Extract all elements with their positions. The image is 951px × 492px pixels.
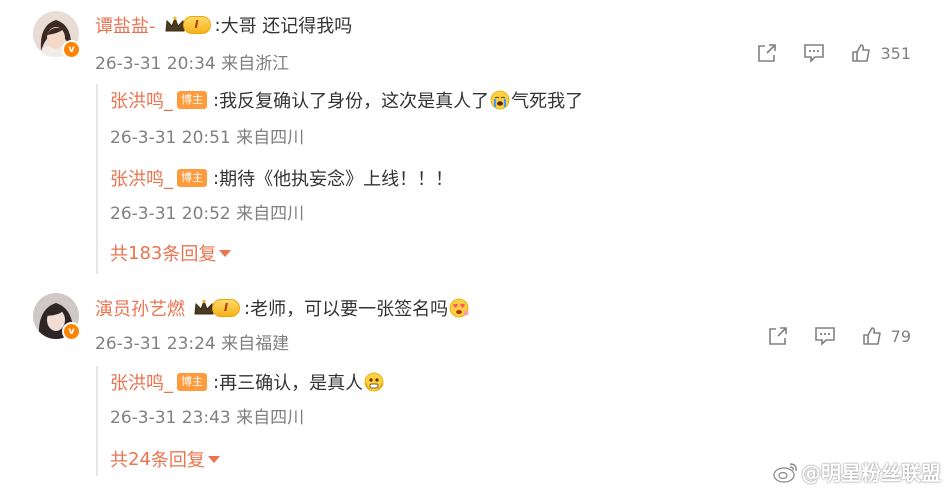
reply-meta: 26-3-31 20:52 来自四川 bbox=[110, 204, 305, 224]
reply-list: 张洪鸣_ 博主 : 我反复确认了身份，这次是真人了 气死我了 26-3-31 2… bbox=[96, 84, 583, 274]
share-button[interactable] bbox=[756, 42, 778, 64]
more-replies-link[interactable]: 共 24 条回复 bbox=[110, 446, 220, 472]
like-count: 351 bbox=[880, 43, 911, 63]
level-badge: I bbox=[164, 15, 211, 35]
reply-body: 张洪鸣_ 博主 : 再三确认，是真人 bbox=[110, 369, 385, 395]
comment-button[interactable] bbox=[802, 42, 826, 64]
share-icon bbox=[758, 44, 777, 62]
share-icon bbox=[768, 327, 787, 345]
reply-body: 张洪鸣_ 博主 : 期待《他执妄念》上线！！！ bbox=[110, 165, 453, 191]
weibo-logo-icon bbox=[773, 462, 797, 483]
reply-body: 张洪鸣_ 博主 : 我反复确认了身份，这次是真人了 气死我了 bbox=[110, 87, 583, 113]
watermark: @明星粉丝联盟 bbox=[773, 457, 941, 486]
like-count: 79 bbox=[890, 326, 911, 346]
chevron-down-icon bbox=[207, 455, 220, 463]
like-button[interactable]: 79 bbox=[861, 325, 911, 347]
author-badge: 博主 bbox=[177, 169, 207, 187]
reply-text: 再三确认，是真人 bbox=[219, 373, 364, 394]
avatar[interactable]: v bbox=[33, 11, 81, 59]
watermark-handle: @明星粉丝联盟 bbox=[801, 461, 941, 485]
author-badge: 博主 bbox=[177, 91, 207, 109]
more-replies-count: 24 bbox=[128, 448, 151, 470]
more-replies-suffix: 条回复 bbox=[162, 244, 217, 265]
comment-text: 大哥 还记得我吗 bbox=[220, 16, 353, 37]
reply-text-after: 气死我了 bbox=[511, 91, 584, 112]
comment-icon bbox=[804, 44, 825, 63]
reply-meta: 26-3-31 20:51 来自四川 bbox=[110, 128, 305, 148]
comment-body: 谭盐盐- I : 大哥 还记得我吗 bbox=[95, 12, 352, 38]
crying-emoji-icon bbox=[490, 90, 510, 110]
comment-actions: 79 bbox=[743, 325, 911, 347]
author-badge: 博主 bbox=[177, 373, 207, 391]
more-replies-prefix: 共 bbox=[110, 450, 128, 471]
thumbs-up-icon bbox=[852, 44, 871, 62]
comment-body: 演员孙艺燃 I : 老师，可以要一张签名吗 bbox=[95, 295, 470, 321]
comment-username[interactable]: 演员孙艺燃 bbox=[95, 295, 185, 321]
reply-list: 张洪鸣_ 博主 : 再三确认，是真人 26-3-31 23:43 来自四川 共 … bbox=[96, 366, 384, 476]
reply-meta: 26-3-31 23:43 来自四川 bbox=[110, 408, 305, 428]
share-button[interactable] bbox=[767, 325, 789, 347]
thumbs-up-icon bbox=[862, 327, 881, 345]
reply-username[interactable]: 张洪鸣_ bbox=[110, 87, 173, 113]
more-replies-count: 183 bbox=[128, 242, 163, 264]
heart-eyes-emoji-icon bbox=[449, 298, 469, 318]
level-number: I bbox=[212, 299, 240, 317]
verified-badge-icon: v bbox=[62, 322, 81, 341]
level-number: I bbox=[182, 16, 211, 34]
comment-text: 老师，可以要一张签名吗 bbox=[250, 299, 449, 320]
more-replies-suffix: 条回复 bbox=[150, 450, 205, 471]
comment-button[interactable] bbox=[813, 325, 837, 347]
more-replies-link[interactable]: 共 183 条回复 bbox=[110, 240, 232, 266]
reply-username[interactable]: 张洪鸣_ bbox=[110, 369, 173, 395]
comment-actions: 351 bbox=[732, 42, 911, 64]
avatar[interactable]: v bbox=[33, 293, 81, 341]
verified-badge-icon: v bbox=[62, 40, 81, 59]
comment-username[interactable]: 谭盐盐- bbox=[95, 12, 156, 38]
reply-text: 期待《他执妄念》上线！！！ bbox=[219, 169, 454, 190]
chevron-down-icon bbox=[219, 249, 232, 257]
comment-icon bbox=[814, 327, 835, 346]
comment-meta: 26-3-31 20:34 来自浙江 bbox=[95, 54, 290, 74]
more-replies-prefix: 共 bbox=[110, 244, 128, 265]
like-button[interactable]: 351 bbox=[850, 42, 911, 64]
scared-emoji-icon bbox=[364, 372, 384, 392]
comment-meta: 26-3-31 23:24 来自福建 bbox=[95, 334, 290, 354]
reply-text: 我反复确认了身份，这次是真人了 bbox=[219, 91, 490, 112]
reply-username[interactable]: 张洪鸣_ bbox=[110, 165, 173, 191]
level-badge: I bbox=[193, 298, 240, 318]
